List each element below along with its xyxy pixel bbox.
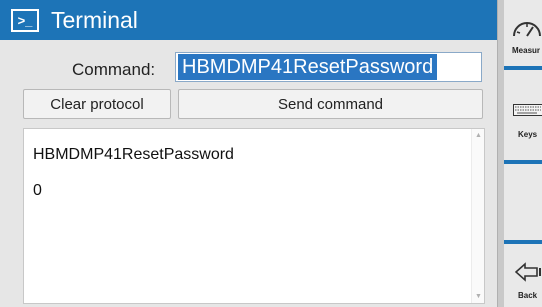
terminal-panel: >_ Terminal Command: HBMDMP41ResetPasswo…	[0, 0, 497, 307]
gauge-icon	[513, 22, 541, 37]
command-input-value: HBMDMP41ResetPassword	[178, 54, 438, 80]
protocol-output[interactable]: HBMDMP41ResetPassword 0 ▲ ▼	[23, 128, 485, 304]
protocol-scrollbar[interactable]: ▲ ▼	[471, 129, 484, 303]
command-label: Command:	[72, 60, 156, 79]
keyboard-icon	[513, 104, 542, 116]
nav-item-keys[interactable]: Keys	[504, 70, 542, 158]
nav-item-label: Keys	[518, 130, 538, 139]
nav-item-empty[interactable]	[504, 164, 542, 238]
nav-item-label: Measur	[512, 46, 541, 55]
nav-item-label: Back	[518, 291, 538, 300]
page-title: Terminal	[51, 6, 138, 33]
protocol-line: 0	[33, 182, 42, 199]
command-input[interactable]: HBMDMP41ResetPassword	[175, 52, 482, 82]
screen: >_ Terminal Command: HBMDMP41ResetPasswo…	[0, 0, 542, 307]
side-nav: Measur Keys Back	[504, 0, 542, 307]
nav-item-measure[interactable]: Measur	[504, 0, 542, 64]
protocol-line: HBMDMP41ResetPassword	[33, 146, 234, 163]
nav-item-back[interactable]: Back	[504, 244, 542, 307]
back-arrow-icon	[515, 262, 541, 282]
scroll-up-icon[interactable]: ▲	[475, 132, 482, 139]
send-command-button[interactable]: Send command	[178, 89, 483, 119]
terminal-icon: >_	[11, 8, 39, 32]
scroll-down-icon[interactable]: ▼	[475, 293, 482, 300]
clear-protocol-button[interactable]: Clear protocol	[23, 89, 171, 119]
panel-divider	[497, 0, 504, 307]
title-bar: >_ Terminal	[0, 0, 497, 40]
command-row: Command: HBMDMP41ResetPassword	[0, 50, 497, 82]
